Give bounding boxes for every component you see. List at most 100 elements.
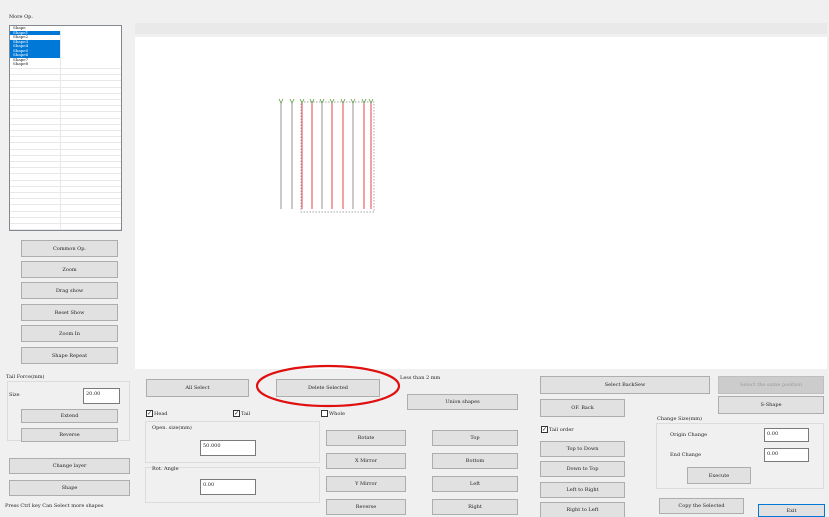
rot-angle-label: Rot. Angle	[152, 466, 179, 472]
size-label: Size	[9, 392, 20, 398]
zoom-in-button[interactable]: Zoom In	[21, 325, 118, 342]
canvas-drawing	[278, 98, 375, 213]
right-button[interactable]: Right	[432, 499, 518, 515]
list-row-line	[10, 136, 121, 138]
whole-check-box[interactable]	[321, 410, 328, 417]
zoom-button[interactable]: Zoom	[21, 261, 118, 278]
list-row-line	[10, 204, 121, 206]
end-change-input[interactable]: 0.00	[764, 448, 809, 462]
rot-angle-input[interactable]: 0.00	[200, 479, 256, 495]
bottom-button[interactable]: Bottom	[432, 453, 518, 469]
tail-order-check-box[interactable]: ✓	[541, 426, 548, 433]
shape-list[interactable]: Shape Shape1 Shape2 Shape3 Shape4 Shape5 Shap…	[9, 25, 122, 231]
list-row-line	[10, 130, 121, 131]
top-button[interactable]: Top	[432, 430, 518, 446]
drag-show-button[interactable]: Drag show	[21, 282, 118, 299]
select-backsew-button[interactable]: Select BackSew	[540, 376, 710, 394]
origin-change-input[interactable]: 0.00	[764, 428, 809, 442]
change-size-label: Change Size(mm)	[657, 416, 702, 422]
left-button[interactable]: Left	[432, 476, 518, 492]
drawing-canvas[interactable]	[135, 37, 827, 369]
tail-label: Tail	[241, 410, 251, 417]
tail-checkbox[interactable]: ✓ Tail	[233, 410, 250, 417]
line-head-marker	[350, 98, 356, 104]
list-row-line	[10, 92, 121, 94]
rotate-button[interactable]: Rotate	[326, 430, 406, 446]
line-head-marker	[278, 98, 284, 104]
shape-repeat-button[interactable]: Shape Repeat	[21, 347, 118, 364]
end-change-label: End Change	[670, 452, 702, 458]
change-layer-button[interactable]: Change layer	[9, 458, 130, 474]
window-title: More Op.	[9, 14, 33, 20]
line-head-marker	[329, 98, 335, 104]
execute-button[interactable]: Execute	[687, 467, 751, 484]
line-head-marker	[340, 98, 346, 104]
annotation-ellipse	[255, 364, 401, 408]
list-row-line	[10, 216, 121, 218]
line-head-marker	[289, 98, 295, 104]
list-row-line	[10, 161, 121, 162]
reverse-left-button[interactable]: Reverse	[21, 428, 118, 442]
highlight-circle	[255, 364, 401, 408]
of-back-button[interactable]: OF. Back	[540, 399, 625, 417]
all-select-button[interactable]: All Select	[146, 379, 249, 397]
list-row-line	[10, 185, 121, 187]
s-shape-button[interactable]: S-Shape	[718, 396, 824, 414]
whole-checkbox[interactable]: Whole	[321, 410, 345, 417]
list-row-line	[10, 111, 121, 113]
line-head-marker	[309, 98, 315, 104]
left-to-right-button[interactable]: Left to Right	[540, 482, 625, 498]
tail-order-checkbox[interactable]: ✓ Tail order	[541, 426, 574, 433]
list-row-line	[10, 210, 121, 212]
whole-label: Whole	[329, 410, 345, 417]
down-to-top-button[interactable]: Down to Top	[540, 461, 625, 477]
head-check-box[interactable]: ✓	[146, 410, 153, 417]
list-row-line	[10, 68, 121, 69]
line-head-marker	[368, 98, 374, 104]
origin-change-label: Origin Change	[670, 432, 708, 438]
line-head-marker	[319, 98, 325, 104]
y-mirror-button[interactable]: Y Mirror	[326, 476, 406, 492]
copy-selected-button[interactable]: Copy the Selected	[659, 498, 744, 514]
list-row-line	[10, 80, 121, 82]
head-checkbox[interactable]: ✓ Head	[146, 410, 168, 417]
extend-button[interactable]: Extend	[21, 409, 118, 423]
toolbar-strip	[135, 23, 827, 34]
common-op-button[interactable]: Common Op.	[21, 240, 118, 257]
list-row-line	[10, 117, 121, 119]
select-same-position-button[interactable]: Select the same position	[718, 376, 824, 394]
tail-check-box[interactable]: ✓	[233, 410, 240, 417]
list-row-line	[10, 74, 121, 76]
list-row-line	[10, 198, 121, 200]
list-row-line	[10, 105, 121, 107]
list-row-line	[10, 154, 121, 156]
shape-button[interactable]: Shape	[9, 480, 130, 496]
line-head-marker	[361, 98, 367, 104]
list-row-line	[10, 148, 121, 150]
head-label: Head	[154, 410, 168, 417]
list-row-line	[10, 123, 121, 125]
open-size-input[interactable]: 50.000	[200, 440, 256, 456]
list-row-line	[10, 192, 121, 193]
shape-list-item[interactable]: Shape8	[10, 61, 60, 67]
tail-force-label: Tail Force(mm)	[6, 374, 45, 380]
exit-button[interactable]: Exit	[758, 504, 825, 517]
reverse-button[interactable]: Reverse	[326, 499, 406, 515]
reset-show-button[interactable]: Reset Show	[21, 304, 118, 321]
line-head-marker	[299, 98, 305, 104]
list-row-line	[10, 229, 121, 230]
list-row-line	[10, 167, 121, 169]
less-than-label: Less than 2 mm	[400, 375, 441, 381]
list-column-divider	[60, 30, 61, 230]
x-mirror-button[interactable]: X Mirror	[326, 453, 406, 469]
union-shapes-button[interactable]: Union shapes	[407, 394, 518, 410]
top-to-down-button[interactable]: Top to Down	[540, 441, 625, 457]
size-input[interactable]: 20.00	[83, 388, 120, 404]
list-row-line	[10, 99, 121, 100]
open-size-label: Open. size(mm)	[152, 425, 192, 431]
right-to-left-button[interactable]: Right to Left	[540, 502, 625, 517]
list-row-line	[10, 179, 121, 181]
hint-text: Press Ctrl key Can Select more shapes	[5, 503, 104, 509]
list-row-line	[10, 223, 121, 224]
tail-order-label: Tail order	[549, 426, 574, 433]
